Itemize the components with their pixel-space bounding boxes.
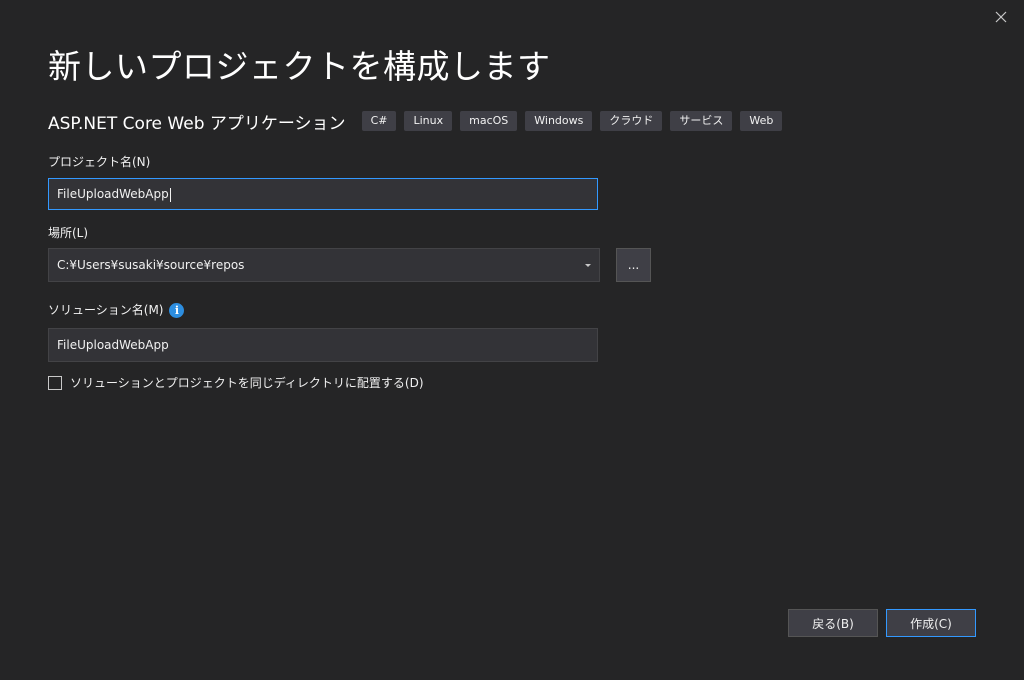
tag-linux: Linux: [404, 111, 453, 131]
same-directory-label: ソリューションとプロジェクトを同じディレクトリに配置する(D): [70, 376, 424, 390]
page-title: 新しいプロジェクトを構成します: [48, 47, 551, 86]
solution-name-label: ソリューション名(M): [48, 303, 164, 317]
text-caret: [169, 187, 171, 202]
chevron-down-icon[interactable]: [585, 263, 591, 267]
location-value: C:¥Users¥susaki¥source¥repos: [57, 258, 245, 272]
create-button[interactable]: 作成(C): [886, 609, 976, 637]
template-name: ASP.NET Core Web アプリケーション: [48, 113, 346, 134]
tag-web: Web: [740, 111, 783, 131]
location-combobox[interactable]: C:¥Users¥susaki¥source¥repos: [48, 248, 600, 282]
browse-button[interactable]: ...: [616, 248, 651, 282]
configure-project-dialog: 新しいプロジェクトを構成します ASP.NET Core Web アプリケーショ…: [0, 0, 1024, 680]
location-label: 場所(L): [48, 226, 89, 240]
tag-service: サービス: [670, 111, 733, 131]
tag-macos: macOS: [460, 111, 518, 131]
same-directory-checkbox[interactable]: [48, 375, 62, 390]
template-info: ASP.NET Core Web アプリケーション C# Linux macOS…: [48, 108, 790, 134]
project-name-label: プロジェクト名(N): [48, 155, 151, 169]
back-button[interactable]: 戻る(B): [788, 609, 878, 637]
tag-cloud: クラウド: [600, 111, 663, 131]
tag-windows: Windows: [525, 111, 593, 131]
project-name-value: FileUploadWebApp: [57, 187, 169, 201]
info-icon[interactable]: i: [169, 303, 185, 318]
solution-name-value: FileUploadWebApp: [57, 338, 169, 352]
close-icon: [995, 11, 1007, 23]
solution-name-label-row: ソリューション名(M) i: [48, 301, 185, 318]
tag-csharp: C#: [361, 111, 397, 131]
close-button[interactable]: [990, 6, 1012, 28]
solution-name-input[interactable]: FileUploadWebApp: [48, 328, 598, 362]
same-directory-option[interactable]: ソリューションとプロジェクトを同じディレクトリに配置する(D): [48, 374, 424, 391]
project-name-input[interactable]: FileUploadWebApp: [48, 178, 598, 210]
